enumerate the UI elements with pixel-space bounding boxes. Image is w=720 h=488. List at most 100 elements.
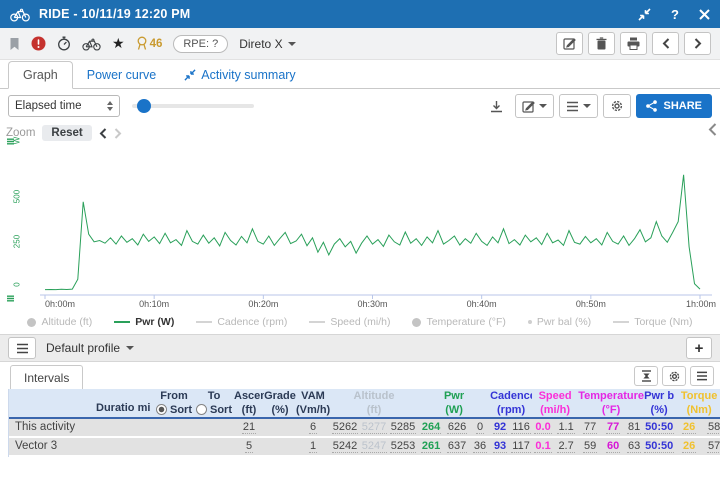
tab-activity-summary[interactable]: Activity summary (170, 62, 309, 88)
chevron-down-icon (288, 42, 296, 46)
legend-item[interactable]: Temperature (°F) (412, 316, 505, 328)
col-header-vam[interactable]: VAM (296, 389, 330, 403)
cell-altitude-2: 5247 (360, 437, 388, 456)
col-header-to[interactable]: To (194, 389, 234, 403)
col-header-duration[interactable]: Duration (96, 389, 134, 418)
medal-badge[interactable]: 46 (136, 36, 163, 51)
collapse-side-panel-button[interactable] (708, 123, 717, 139)
col-subheader-to[interactable]: Sort (194, 403, 234, 418)
print-button[interactable] (620, 32, 647, 55)
cell-ascent: 5 (234, 437, 264, 456)
col-header-pwr[interactable]: Pwr (418, 389, 490, 403)
cyclist-small-icon[interactable] (82, 37, 101, 51)
chevron-down-icon (539, 104, 547, 108)
legend-item[interactable]: Pwr (W) (114, 316, 174, 328)
zoom-label: Zoom (6, 127, 35, 139)
cell-temp-3: 63 (624, 437, 644, 456)
sort-from-radio[interactable] (156, 404, 167, 415)
device-dropdown[interactable]: Direto X (239, 37, 295, 51)
rpe-button[interactable]: RPE: ? (173, 35, 228, 53)
x-axis-select[interactable]: Elapsed time (8, 95, 120, 117)
col-header-grade[interactable]: Grade (264, 389, 296, 403)
col-subheader-altitude: (ft) (330, 403, 418, 418)
chevron-down-icon (583, 104, 591, 108)
legend-item[interactable]: Speed (mi/h) (309, 316, 390, 328)
add-profile-button[interactable]: + (686, 337, 712, 359)
tab-intervals[interactable]: Intervals (10, 365, 83, 389)
col-header-pwrbal[interactable]: Pwr bal (644, 389, 674, 403)
intervals-settings-button[interactable] (662, 366, 686, 386)
graph-settings-button[interactable] (603, 94, 631, 118)
col-header-mi[interactable]: mi (134, 389, 154, 418)
collapse-rows-button[interactable] (634, 366, 658, 386)
interval-name[interactable]: This activity (9, 418, 96, 437)
help-button[interactable]: ? (671, 7, 679, 22)
zoom-back-button[interactable] (99, 128, 107, 139)
smoothing-slider[interactable] (132, 99, 254, 113)
download-button[interactable] (483, 94, 510, 118)
edit-activity-button[interactable] (556, 32, 583, 55)
cell-cadence-2: 117 (510, 437, 532, 456)
col-header-from[interactable]: From (154, 389, 194, 403)
legend-item[interactable]: Torque (Nm) (613, 316, 692, 328)
delete-button[interactable] (588, 32, 615, 55)
zoom-forward-button[interactable] (114, 128, 122, 139)
window-collapse-button[interactable] (638, 8, 651, 21)
bookmark-icon[interactable] (9, 37, 20, 51)
cell-pwrbal: 50:50 (644, 418, 674, 437)
col-header-cadence[interactable]: Cadence (490, 389, 532, 403)
cell-pwr-1: 264 (418, 418, 444, 437)
cell-pwr-3: 36 (470, 437, 490, 456)
alert-icon[interactable] (31, 36, 46, 51)
slider-knob[interactable] (137, 99, 151, 113)
previous-activity-button[interactable] (652, 32, 679, 55)
line-marker-icon (309, 321, 325, 323)
col-header-speed[interactable]: Speed (532, 389, 578, 403)
x-tick-label: 0h:50m (561, 299, 621, 309)
power-chart[interactable] (0, 120, 720, 310)
share-button[interactable]: SHARE (636, 94, 712, 118)
cell-speed-1: 0.1 (532, 437, 554, 456)
profile-menu-button[interactable] (8, 337, 36, 359)
cell-cadence-1: 93 (490, 437, 510, 456)
legend-item[interactable]: Altitude (ft) (27, 316, 92, 328)
graph-panel: Zoom Reset W 500 250 0 0h:00m0h:10m0h:20… (0, 120, 720, 334)
profile-bar: Default profile + (0, 334, 720, 362)
cell-from (154, 418, 194, 437)
col-subheader-grade: (%) (264, 403, 296, 418)
cell-pwr-3: 0 (470, 418, 490, 437)
display-options-menu-button[interactable] (559, 94, 598, 118)
col-subheader-from[interactable]: Sort (154, 403, 194, 418)
cell-altitude-1: 5262 (330, 418, 360, 437)
next-activity-button[interactable] (684, 32, 711, 55)
interval-name[interactable]: Vector 3 (9, 437, 96, 456)
share-label: SHARE (663, 100, 702, 112)
stopwatch-icon[interactable] (57, 36, 71, 51)
profile-name: Default profile (46, 341, 120, 355)
tab-graph[interactable]: Graph (8, 61, 73, 89)
cell-altitude-3: 5253 (388, 437, 418, 456)
circle-marker-icon (27, 318, 36, 327)
col-header-altitude[interactable]: Altitude (330, 389, 418, 403)
reset-zoom-button[interactable]: Reset (42, 125, 91, 141)
window-close-button[interactable] (699, 9, 710, 20)
view-tabs: Graph Power curve Activity summary (0, 60, 720, 89)
cyclist-icon (10, 7, 30, 22)
col-header-torque[interactable]: Torque (674, 389, 720, 403)
edit-icon (522, 100, 535, 113)
tab-power-curve[interactable]: Power curve (73, 62, 170, 88)
col-subheader-temperature: (°F) (578, 403, 644, 418)
window-title: RIDE - 10/11/19 12:20 PM (39, 7, 190, 21)
col-header-temperature[interactable]: Temperature (578, 389, 644, 403)
col-header-ascent[interactable]: Ascent (234, 389, 264, 403)
cell-altitude-1: 5242 (330, 437, 360, 456)
legend-item[interactable]: Pwr bal (%) (528, 316, 591, 328)
edit-graph-menu-button[interactable] (515, 94, 554, 118)
star-icon[interactable]: ★ (112, 35, 125, 52)
legend-item[interactable]: Cadence (rpm) (196, 316, 287, 328)
sort-to-radio[interactable] (196, 404, 207, 415)
cell-ascent: 21 (234, 418, 264, 437)
profile-dropdown[interactable]: Default profile (46, 341, 134, 355)
intervals-menu-button[interactable] (690, 366, 714, 386)
intervals-table: DurationmiFromToAscentGradeVAMAltitudePw… (9, 389, 720, 457)
